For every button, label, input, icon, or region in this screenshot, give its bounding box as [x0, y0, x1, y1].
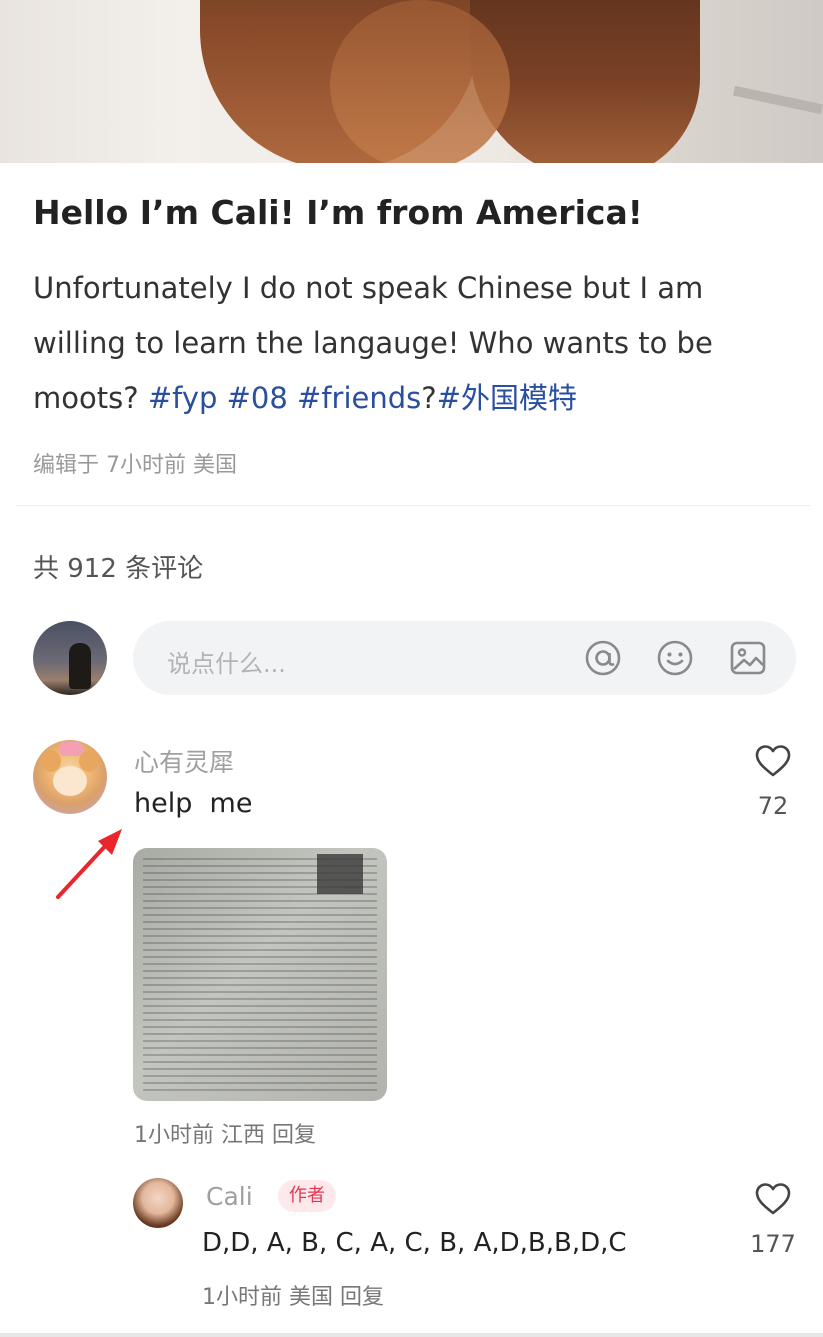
avatar-shape [59, 742, 83, 756]
comment-count: 共 912 条评论 [33, 554, 204, 584]
heart-icon[interactable] [754, 744, 792, 778]
post-title: Hello I’m Cali! I’m from America! [33, 193, 643, 232]
hashtag-foreign-model[interactable]: #外国模特 [437, 381, 577, 415]
avatar-shape [53, 766, 87, 796]
reply-text: D,D, A, B, C, A, C, B, A,D,B,B,D,C [202, 1228, 627, 1258]
post-body: Unfortunately I do not speak Chinese but… [33, 261, 793, 426]
hair-shape [330, 0, 510, 163]
hashtag-fyp[interactable]: #fyp [148, 381, 218, 415]
author-badge: 作者 [278, 1180, 336, 1212]
avatar-figure [69, 643, 91, 689]
red-arrow-annotation [56, 829, 122, 899]
current-user-avatar[interactable] [33, 621, 107, 695]
commenter-avatar[interactable] [33, 740, 107, 814]
comment-meta[interactable]: 1小时前 江西 回复 [134, 1117, 316, 1149]
post-cover-image[interactable] [0, 0, 823, 163]
image-icon[interactable] [729, 639, 767, 677]
comment-like-count: 72 [757, 792, 789, 820]
commenter-username[interactable]: 心有灵犀 [134, 743, 234, 779]
comment-input[interactable]: 说点什么... [133, 621, 796, 695]
post-meta: 编辑于 7小时前 美国 [33, 453, 237, 478]
comment-input-placeholder: 说点什么... [167, 650, 286, 678]
bottom-divider [0, 1333, 823, 1337]
reply-username[interactable]: Cali [206, 1182, 253, 1211]
divider [16, 505, 810, 506]
comment-image-worksheet[interactable] [133, 848, 387, 1101]
hashtag-friends[interactable]: #friends [297, 381, 421, 415]
reply-like-count: 177 [750, 1230, 796, 1258]
hashtag-08[interactable]: #08 [227, 381, 288, 415]
tag-separator: ? [421, 381, 437, 415]
emoji-icon[interactable] [656, 639, 694, 677]
comment-text: help me [134, 788, 253, 819]
reply-author-avatar[interactable] [133, 1178, 183, 1228]
background-rail [732, 85, 823, 115]
at-icon[interactable] [584, 639, 622, 677]
heart-icon[interactable] [754, 1182, 792, 1216]
reply-meta[interactable]: 1小时前 美国 回复 [202, 1279, 384, 1311]
worksheet-illustration [317, 854, 363, 894]
